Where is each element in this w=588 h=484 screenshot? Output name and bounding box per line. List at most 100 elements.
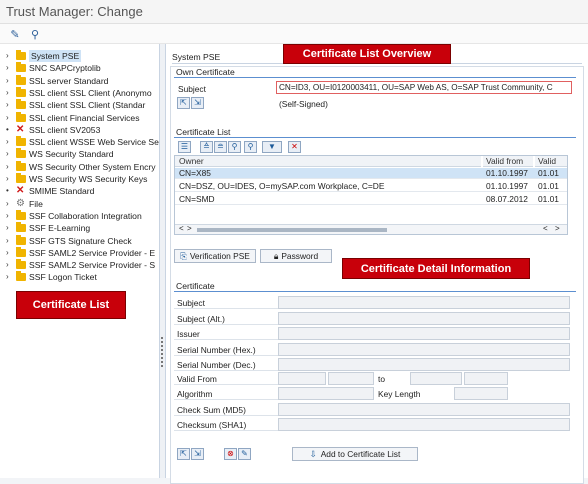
tree-item-label: SSF Logon Ticket — [29, 272, 97, 283]
splitter-grip-icon[interactable] — [161, 337, 164, 367]
to-label: to — [378, 374, 385, 384]
tree-item[interactable]: › SNC SAPCryptolib — [0, 62, 160, 74]
scroll-left-icon[interactable]: < — [179, 224, 184, 233]
cert-delete-icon[interactable]: ⊗ — [224, 448, 237, 460]
expand-arrow-icon[interactable]: › — [6, 62, 12, 74]
tree-item[interactable]: › SSF GTS Signature Check — [0, 234, 160, 247]
table-row[interactable]: CN=X85 01.10.1997 01.01 — [175, 168, 567, 179]
verification-pse-button[interactable]: ⎘ Verification PSE — [174, 249, 256, 263]
algorithm-field — [278, 387, 374, 400]
scroll-left2-icon[interactable]: < — [543, 224, 548, 233]
tree-item[interactable]: › SSL client SSL Client (Standar — [0, 99, 160, 111]
expand-arrow-icon[interactable]: › — [6, 148, 12, 160]
scroll-right2-icon[interactable]: > — [555, 224, 560, 233]
table-row[interactable]: CN=DSZ, OU=IDES, O=mySAP.com Workplace, … — [175, 181, 567, 192]
sha1-label: Checksum (SHA1) — [177, 420, 247, 430]
cert-import-icon[interactable]: ⇱ — [177, 448, 190, 460]
cell-owner: CN=SMD — [179, 194, 215, 204]
pse-tree: › SSF Logon Ticket › SSF SAML2 Service Prov… — [0, 44, 160, 478]
expand-arrow-icon[interactable]: › — [6, 50, 12, 62]
details-icon[interactable]: ☰ — [178, 141, 191, 153]
col-valid[interactable]: Valid — [535, 156, 567, 167]
find-icon[interactable]: ⚲ — [228, 141, 241, 153]
tree-item[interactable]: › SSL client WSSE Web Service Se — [0, 136, 160, 148]
main-panel: System PSE Certificate List Overview Own… — [166, 44, 588, 484]
tree-item[interactable]: • ✕ SSL client SV2053 — [0, 124, 160, 136]
display-change-icon[interactable]: ✎ — [8, 27, 22, 41]
tree-item[interactable]: › SSF Collaboration Integration — [0, 209, 160, 222]
subject-label: Subject — [178, 84, 206, 94]
password-button[interactable]: 🔒︎ Password — [260, 249, 332, 263]
cert-sign-icon[interactable]: ✎ — [238, 448, 251, 460]
delete-icon[interactable]: ✕ — [288, 141, 301, 153]
row-valid-from: Valid From — [174, 372, 278, 385]
filter-icon[interactable]: ▼ — [262, 141, 282, 153]
file-gear-icon: ⚙ — [16, 197, 25, 209]
folder-icon — [16, 86, 26, 97]
find-next-icon[interactable]: ⚲ — [244, 141, 257, 153]
expand-arrow-icon[interactable]: › — [6, 112, 12, 124]
scroll-right-icon[interactable]: > — [187, 224, 192, 233]
certificate-section-title: Certificate — [176, 281, 215, 291]
export-icon[interactable]: ⇲ — [191, 97, 204, 109]
expand-arrow-icon[interactable]: › — [6, 136, 12, 148]
expand-arrow-icon[interactable]: › — [6, 161, 12, 173]
cell-valid: 01.01 — [538, 194, 559, 204]
expand-arrow-icon[interactable]: › — [6, 210, 12, 222]
cell-valid-from: 01.10.1997 — [486, 168, 528, 178]
self-signed-label: (Self-Signed) — [279, 99, 328, 109]
sha1-field — [278, 418, 570, 431]
row-algorithm: Algorithm — [174, 387, 278, 400]
horizontal-scrollbar[interactable]: < > < > — [175, 224, 567, 234]
tree-item[interactable]: › SSL server Standard — [0, 74, 160, 87]
cert-field-row: Serial Number (Dec.) — [174, 358, 278, 371]
col-valid-from[interactable]: Valid from — [483, 156, 533, 167]
scroll-thumb[interactable] — [197, 228, 387, 232]
valid-to-date-field — [410, 372, 462, 385]
expand-arrow-icon[interactable]: › — [6, 247, 12, 259]
tree-item[interactable]: › SSF Logon Ticket — [0, 271, 160, 283]
expand-arrow-icon[interactable]: › — [6, 75, 12, 87]
tree-item[interactable]: › ⚙ File — [0, 198, 160, 210]
folder-icon — [16, 160, 26, 171]
title-bar: Trust Manager: Change — [0, 0, 588, 24]
tree-item[interactable]: › SSL client Financial Services — [0, 111, 160, 124]
tree-item[interactable]: › SSF SAML2 Service Provider - E — [0, 246, 160, 259]
sort-ascending-icon[interactable]: ≙ — [200, 141, 213, 153]
cert-export-icon[interactable]: ⇲ — [191, 448, 204, 460]
add-to-list-button[interactable]: ⇩ Add to Certificate List — [292, 447, 418, 461]
tree-item[interactable]: • ✕ SMIME Standard — [0, 185, 160, 197]
expand-arrow-icon[interactable]: › — [6, 259, 12, 271]
cert-field-row: Subject (Alt.) — [174, 312, 278, 325]
table-row[interactable]: CN=SMD 08.07.2012 01.01 — [175, 194, 567, 205]
sort-descending-icon[interactable]: ≘ — [214, 141, 227, 153]
folder-icon — [16, 136, 26, 147]
col-owner[interactable]: Owner — [175, 156, 481, 167]
md5-label: Check Sum (MD5) — [177, 405, 246, 415]
tree-item[interactable]: › SSF E-Learning — [0, 222, 160, 234]
expand-arrow-icon[interactable]: › — [6, 198, 12, 210]
error-icon: ✕ — [16, 123, 25, 135]
expand-arrow-icon[interactable]: › — [6, 87, 12, 99]
cert-field-label: Subject (Alt.) — [177, 313, 225, 324]
tree-item[interactable]: › WS Security Standard — [0, 148, 160, 160]
tree-item[interactable]: › SSL client SSL Client (Anonymo — [0, 86, 160, 99]
tree-item[interactable]: › WS Security WS Security Keys — [0, 173, 160, 185]
import-icon[interactable]: ⇱ — [177, 97, 190, 109]
lock-icon: 🔒︎ — [273, 251, 279, 261]
tree-item[interactable]: › WS Security Other System Encry — [0, 160, 160, 173]
expand-arrow-icon[interactable]: › — [6, 99, 12, 111]
key-length-field — [454, 387, 508, 400]
own-subject-field[interactable]: CN=ID3, OU=I0120003411, OU=SAP Web AS, O… — [276, 81, 572, 94]
expand-arrow-icon[interactable]: › — [6, 173, 12, 185]
tree-item-label: SSL client Financial Services — [29, 112, 140, 123]
expand-arrow-icon[interactable]: › — [6, 235, 12, 247]
folder-icon — [16, 222, 26, 233]
expand-arrow-icon[interactable]: › — [6, 271, 12, 283]
binoculars-icon[interactable]: ⚲ — [28, 27, 42, 41]
expand-arrow-icon[interactable]: › — [6, 222, 12, 234]
window-title: Trust Manager: Change — [6, 4, 143, 19]
cell-owner: CN=X85 — [179, 168, 211, 178]
tree-item[interactable]: › SSF SAML2 Service Provider - S — [0, 259, 160, 271]
tree-item[interactable]: › System PSE — [0, 50, 160, 62]
